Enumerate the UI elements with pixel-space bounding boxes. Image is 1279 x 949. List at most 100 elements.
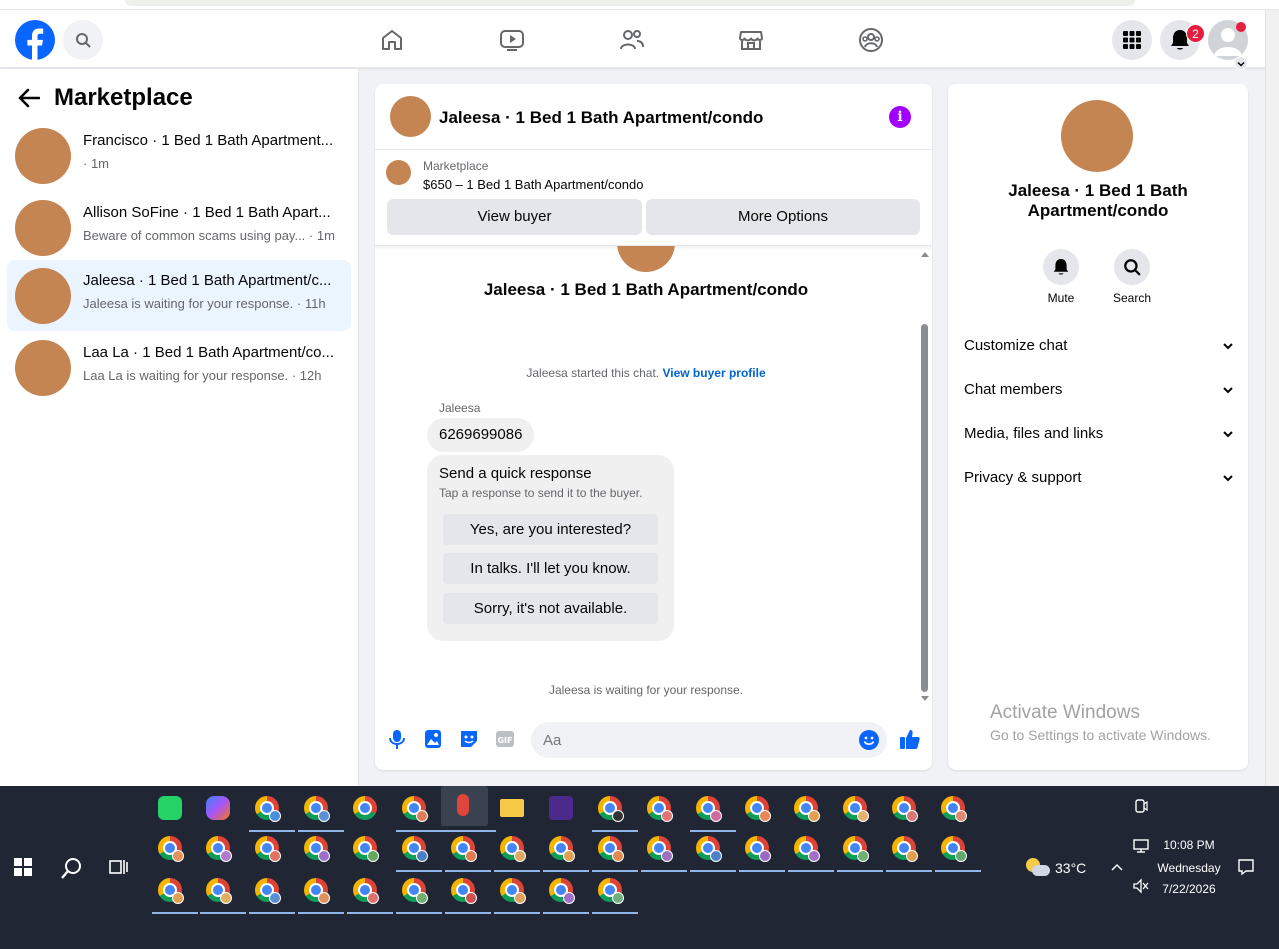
volume-muted-icon[interactable] xyxy=(1132,878,1150,894)
chrome-icon[interactable] xyxy=(592,790,638,832)
chrome-icon[interactable] xyxy=(200,872,246,914)
network-icon[interactable] xyxy=(1132,838,1150,854)
chrome-icon[interactable] xyxy=(347,790,385,826)
chrome-icon[interactable] xyxy=(935,790,973,826)
sticker-icon[interactable] xyxy=(458,728,480,750)
listing-price[interactable]: $650 – 1 Bed 1 Bath Apartment/condo xyxy=(423,177,643,192)
quick-reply-button[interactable]: In talks. I'll let you know. xyxy=(443,553,658,584)
chrome-icon[interactable] xyxy=(935,830,981,872)
emoji-icon[interactable] xyxy=(859,730,879,750)
view-buyer-profile-link[interactable]: View buyer profile xyxy=(662,366,765,380)
friends-icon[interactable] xyxy=(614,22,650,58)
scroll-up-arrow-icon[interactable] xyxy=(921,252,929,257)
clock-day[interactable]: Wednesday xyxy=(1150,861,1228,875)
meet-now-icon[interactable] xyxy=(1134,798,1148,814)
scroll-down-arrow-icon[interactable] xyxy=(921,696,929,701)
chrome-icon[interactable] xyxy=(347,872,393,914)
browser-address-bar[interactable] xyxy=(125,0,1135,6)
chrome-icon[interactable] xyxy=(249,790,295,832)
facebook-logo-icon[interactable] xyxy=(15,20,55,60)
chrome-icon[interactable] xyxy=(249,872,295,914)
chrome-icon[interactable] xyxy=(690,790,736,832)
chrome-icon[interactable] xyxy=(788,830,834,872)
chrome-icon[interactable] xyxy=(445,830,491,872)
chrome-icon[interactable] xyxy=(200,830,238,866)
thumbs-up-icon[interactable] xyxy=(899,728,921,750)
chrome-icon[interactable] xyxy=(592,872,638,914)
chrome-icon[interactable] xyxy=(739,790,777,826)
page-scrollbar[interactable] xyxy=(1265,10,1279,786)
taskbar-search-icon[interactable] xyxy=(60,856,84,880)
clock-time[interactable]: 10:08 PM xyxy=(1150,838,1228,852)
chrome-icon[interactable] xyxy=(298,872,344,914)
media-files-section[interactable]: Media, files and links xyxy=(964,419,1234,449)
search-icon[interactable] xyxy=(1114,249,1150,285)
app-shield-icon[interactable] xyxy=(543,790,581,826)
chrome-icon[interactable] xyxy=(886,790,924,826)
more-options-button[interactable]: More Options xyxy=(646,199,920,235)
chrome-icon[interactable] xyxy=(396,790,442,832)
chat-members-section[interactable]: Chat members xyxy=(964,375,1234,405)
video-icon[interactable] xyxy=(494,22,530,58)
chrome-icon[interactable] xyxy=(152,872,198,914)
chrome-icon[interactable] xyxy=(690,830,736,872)
weather-temperature[interactable]: 33°C xyxy=(1055,860,1086,876)
copilot-icon[interactable] xyxy=(200,790,238,826)
chrome-icon[interactable] xyxy=(298,830,336,866)
chrome-icon[interactable] xyxy=(641,830,687,872)
chrome-icon[interactable] xyxy=(494,830,540,872)
file-explorer-icon[interactable] xyxy=(494,790,532,826)
chrome-icon[interactable] xyxy=(837,830,883,872)
quick-reply-button[interactable]: Yes, are you interested? xyxy=(443,514,658,545)
conversation-item-active[interactable]: Jaleesa · 1 Bed 1 Bath Apartment/c... Ja… xyxy=(7,260,351,331)
photo-icon[interactable] xyxy=(422,728,444,750)
home-icon[interactable] xyxy=(374,22,410,58)
view-buyer-button[interactable]: View buyer xyxy=(387,199,642,235)
microphone-icon[interactable] xyxy=(386,728,408,750)
chrome-icon[interactable] xyxy=(445,872,491,914)
search-action[interactable]: Search xyxy=(1102,249,1162,305)
windows-start-icon[interactable] xyxy=(14,858,32,876)
customize-chat-section[interactable]: Customize chat xyxy=(964,331,1234,361)
conversation-item[interactable]: Laa La · 1 Bed 1 Bath Apartment/co... La… xyxy=(7,332,351,403)
clock-date[interactable]: 7/22/2026 xyxy=(1150,882,1228,896)
chrome-icon[interactable] xyxy=(396,830,442,872)
task-view-icon[interactable] xyxy=(108,858,128,876)
conversation-item[interactable]: Allison SoFine · 1 Bed 1 Bath Apart... B… xyxy=(7,192,351,263)
info-icon[interactable]: i xyxy=(889,106,911,128)
chrome-icon[interactable] xyxy=(641,790,679,826)
chrome-icon[interactable] xyxy=(249,830,287,866)
chrome-icon[interactable] xyxy=(347,830,385,866)
message-scrollbar[interactable] xyxy=(917,246,932,702)
message-input[interactable] xyxy=(531,722,887,758)
marketplace-icon[interactable] xyxy=(733,22,769,58)
gif-icon[interactable]: GIF xyxy=(494,728,516,750)
groups-icon[interactable] xyxy=(853,22,889,58)
chrome-icon[interactable] xyxy=(592,830,638,872)
message-bubble[interactable]: 6269699086 xyxy=(427,418,535,452)
chevron-down-icon[interactable] xyxy=(1234,56,1248,70)
snipping-tool-icon[interactable] xyxy=(441,786,496,832)
back-arrow-icon[interactable] xyxy=(18,88,40,108)
chrome-icon[interactable] xyxy=(837,790,875,826)
chat-avatar[interactable] xyxy=(390,96,431,137)
chevron-up-icon[interactable] xyxy=(1110,862,1124,872)
chrome-icon[interactable] xyxy=(886,830,932,872)
whatsapp-icon[interactable] xyxy=(152,790,190,826)
weather-icon[interactable] xyxy=(1024,856,1050,878)
scrollbar-thumb[interactable] xyxy=(921,324,928,692)
notification-center-icon[interactable] xyxy=(1237,858,1255,876)
conversation-item[interactable]: Francisco · 1 Bed 1 Bath Apartment... · … xyxy=(7,120,351,191)
quick-reply-button[interactable]: Sorry, it's not available. xyxy=(443,593,658,624)
chat-title[interactable]: Jaleesa · 1 Bed 1 Bath Apartment/condo xyxy=(439,108,763,128)
chrome-icon[interactable] xyxy=(543,872,589,914)
bell-icon[interactable] xyxy=(1043,249,1079,285)
search-icon[interactable] xyxy=(63,20,103,60)
chrome-icon[interactable] xyxy=(152,830,190,866)
chrome-icon[interactable] xyxy=(543,830,589,872)
chrome-icon[interactable] xyxy=(494,872,540,914)
chrome-icon[interactable] xyxy=(396,872,442,914)
chrome-icon[interactable] xyxy=(739,830,785,872)
chrome-icon[interactable] xyxy=(788,790,826,826)
chrome-icon[interactable] xyxy=(298,790,344,832)
